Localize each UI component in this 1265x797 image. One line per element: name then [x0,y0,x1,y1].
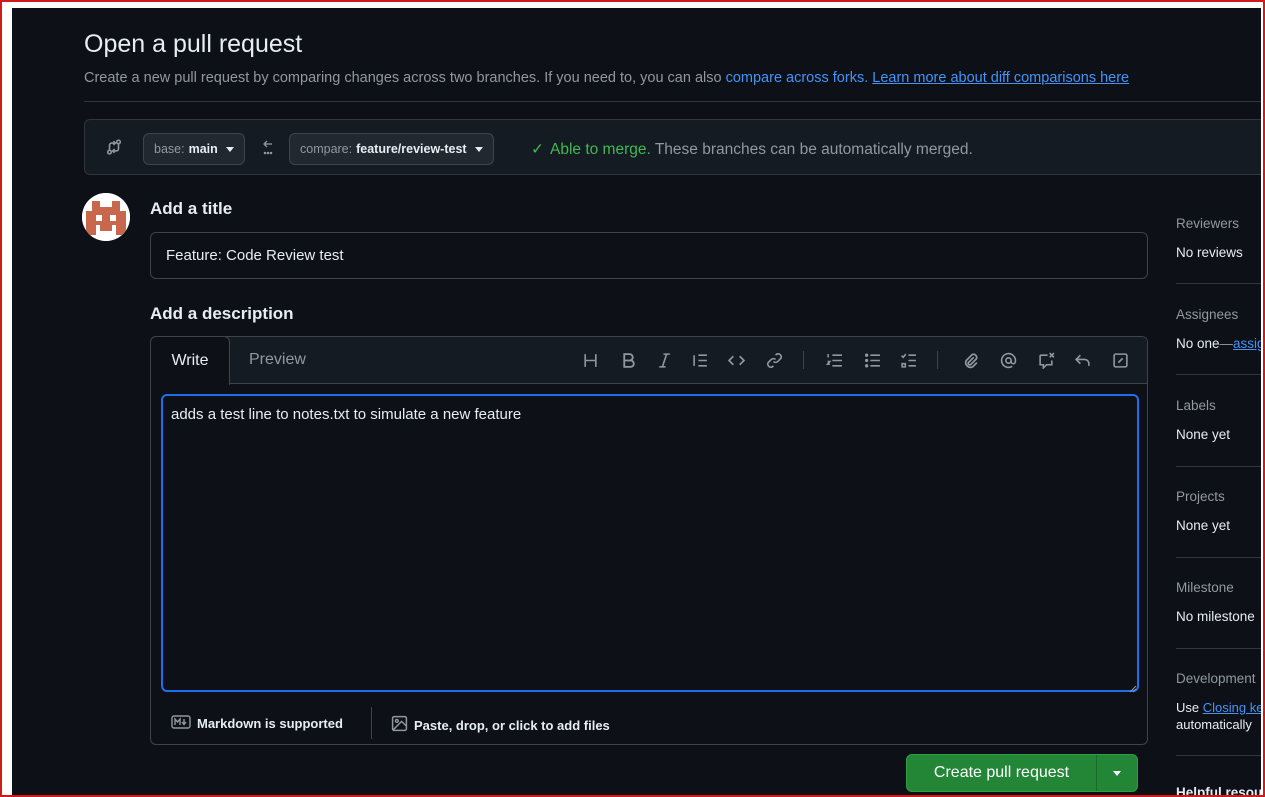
sidebar-divider [1176,648,1261,649]
tab-preview[interactable]: Preview [249,351,306,369]
title-label: Add a title [150,199,233,218]
sidebar-labels[interactable]: Labels None yet [1176,398,1261,442]
attach-icon[interactable] [959,349,981,371]
merge-status: ✓ Able to merge. These branches can be au… [531,140,973,159]
development-value: Use Closing keywords [1176,700,1261,715]
sidebar-projects[interactable]: Projects None yet [1176,489,1261,533]
base-branch-name: main [188,142,218,156]
sidebar-divider [1176,374,1261,375]
create-options-dropdown[interactable] [1097,755,1137,791]
chevron-down-icon [225,146,234,152]
mention-icon[interactable] [997,349,1019,371]
attach-files-button[interactable]: Paste, drop, or click to add files [391,715,610,735]
cross-reference-icon[interactable] [1035,349,1057,371]
sidebar-assignees[interactable]: Assignees No one—assign yourself [1176,307,1261,351]
merge-ok-text: Able to merge. [550,141,651,158]
heading-icon[interactable] [579,349,601,371]
compare-branch-selector[interactable]: compare: feature/review-test [289,133,494,165]
resize-handle-icon[interactable] [1127,680,1137,693]
italic-icon[interactable] [653,349,675,371]
description-editor: Write Preview adds a test line to notes.… [150,336,1148,745]
task-list-icon[interactable] [897,349,919,371]
merge-message: These branches can be automatically merg… [650,141,973,158]
bold-icon[interactable] [617,349,639,371]
labels-value: None yet [1176,427,1231,442]
description-label: Add a description [150,304,294,323]
markdown-note[interactable]: Markdown is supported [171,715,343,732]
numbered-list-icon[interactable] [823,349,845,371]
unordered-list-icon[interactable] [861,349,883,371]
assignees-value: No one—assign yourself [1176,336,1261,351]
markdown-note-text: Markdown is supported [197,716,343,731]
screenshot-frame: Open a pull request Create a new pull re… [0,0,1265,797]
header-divider [84,101,1261,102]
sidebar-milestone[interactable]: Milestone No milestone [1176,580,1261,624]
compare-branches-icon [105,138,123,156]
chevron-down-icon [474,146,483,152]
reviewers-heading: Reviewers [1176,216,1240,231]
development-value-line2: automatically [1176,717,1252,732]
image-icon [391,715,408,735]
tab-write[interactable]: Write [150,336,230,385]
avatar[interactable] [82,193,130,241]
code-icon[interactable] [725,349,747,371]
create-pull-request-button-group: Create pull request [906,754,1138,792]
base-branch-selector[interactable]: base: main [143,133,245,165]
description-textarea[interactable]: adds a test line to notes.txt to simulat… [161,394,1139,692]
assign-yourself-link[interactable]: assign yourself [1233,336,1261,351]
sidebar-divider [1176,557,1261,558]
labels-heading: Labels [1176,398,1216,413]
toolbar-divider [937,351,938,369]
base-prefix: base: [154,142,185,156]
sidebar-divider [1176,283,1261,284]
sidebar-reviewers[interactable]: Reviewers No reviews [1176,216,1261,260]
reply-icon[interactable] [1071,349,1093,371]
learn-more-link[interactable]: Learn more about diff comparisons here [872,70,1129,86]
sidebar-development[interactable]: Development Use Closing keywords automat… [1176,671,1261,732]
projects-value: None yet [1176,518,1231,533]
compare-branch-name: feature/review-test [356,142,467,156]
attach-files-text: Paste, drop, or click to add files [414,717,610,733]
arrow-left-icon [261,138,275,158]
create-pull-request-button[interactable]: Create pull request [907,755,1097,791]
subtitle-text: Create a new pull request by comparing c… [84,70,726,86]
quote-icon[interactable] [689,349,711,371]
milestone-value: No milestone [1176,609,1255,624]
compare-bar: base: main compare: feature/review-test ✓ A… [84,119,1261,175]
footer-divider [371,707,372,739]
sidebar-helpful-resources: Helpful resources [1176,785,1261,797]
reviewers-value: No reviews [1176,245,1243,260]
editor-footer: Markdown is supported Paste, drop, or cl… [151,703,1147,745]
assignees-heading: Assignees [1176,307,1239,322]
sidebar-divider [1176,466,1261,467]
projects-heading: Projects [1176,489,1225,504]
app-window: Open a pull request Create a new pull re… [12,8,1261,797]
chevron-down-icon [1113,770,1121,776]
page-subtitle: Create a new pull request by comparing c… [84,70,1129,86]
page-title: Open a pull request [84,30,303,58]
compare-prefix: compare: [300,142,353,156]
link-icon[interactable] [763,349,785,371]
title-input[interactable] [150,232,1148,279]
compare-forks-link[interactable]: compare across forks. [726,70,869,86]
helpful-resources-heading: Helpful resources [1176,785,1261,797]
development-heading: Development [1176,671,1256,686]
check-icon: ✓ [531,141,544,158]
sidebar-divider [1176,755,1261,756]
markdown-icon [171,715,191,732]
fullscreen-icon[interactable] [1109,349,1131,371]
closing-keywords-link[interactable]: Closing keywords [1203,700,1261,715]
editor-toolbar: Write Preview [150,336,1147,385]
milestone-heading: Milestone [1176,580,1234,595]
toolbar-divider [803,351,804,369]
